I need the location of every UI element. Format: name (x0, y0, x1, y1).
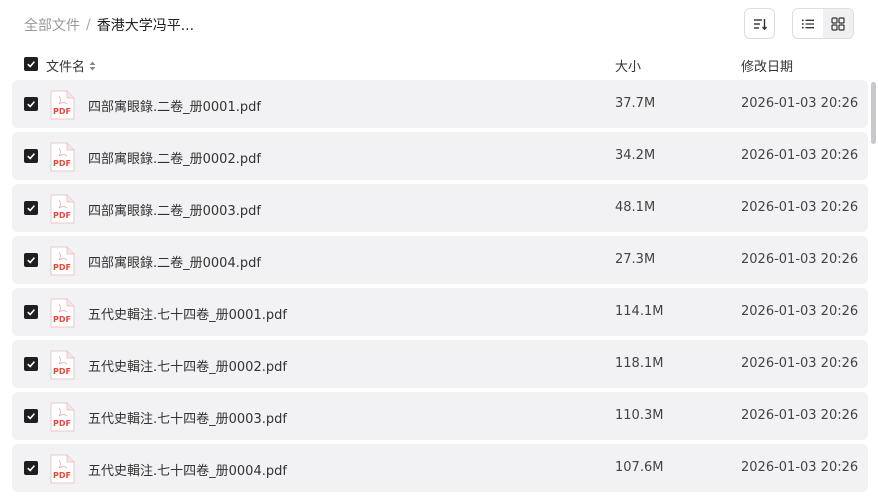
sort-caret-icon (89, 61, 96, 71)
file-row[interactable]: PDF 四部寓眼錄.二卷_册0004.pdf 27.3M 2026-01-03 20:… (12, 236, 868, 284)
file-name[interactable]: 五代史輯注.七十四卷_册0002.pdf (88, 356, 287, 375)
breadcrumb-separator: / (86, 17, 91, 33)
checkmark-icon (27, 257, 36, 264)
checkmark-icon (27, 205, 36, 212)
row-checkbox[interactable] (24, 149, 38, 163)
file-row[interactable]: PDF 五代史輯注.七十四卷_册0004.pdf 107.6M 2026-01-03 … (12, 444, 868, 492)
file-name[interactable]: 五代史輯注.七十四卷_册0003.pdf (88, 408, 287, 427)
sort-button[interactable] (744, 8, 775, 39)
breadcrumb-current-folder: 香港大学冯平... (96, 18, 195, 34)
list-view-button[interactable] (793, 9, 823, 38)
pdf-file-icon: PDF (50, 142, 75, 172)
row-checkbox[interactable] (24, 201, 38, 215)
row-checkbox[interactable] (24, 253, 38, 267)
file-modified-date: 2026-01-03 20:26 (741, 408, 859, 423)
file-name[interactable]: 五代史輯注.七十四卷_册0001.pdf (88, 304, 287, 323)
checkmark-icon (27, 61, 36, 68)
file-size: 110.3M (615, 408, 664, 423)
file-modified-date: 2026-01-03 20:26 (741, 252, 859, 267)
file-row[interactable]: PDF 五代史輯注.七十四卷_册0001.pdf 114.1M 2026-01-03 … (12, 288, 868, 336)
checkmark-icon (27, 413, 36, 420)
file-size: 107.6M (615, 460, 664, 475)
pdf-label: PDF (53, 263, 71, 272)
sort-icon (753, 18, 767, 30)
name-column-label: 文件名 (46, 60, 86, 75)
file-name[interactable]: 四部寓眼錄.二卷_册0004.pdf (88, 252, 261, 271)
checkmark-icon (27, 361, 36, 368)
pdf-file-icon: PDF (50, 246, 75, 276)
pdf-file-icon: PDF (50, 90, 75, 120)
pdf-file-icon: PDF (50, 454, 75, 484)
pdf-label: PDF (53, 107, 71, 116)
file-size: 118.1M (615, 356, 664, 371)
name-column-header[interactable]: 文件名 (46, 56, 96, 75)
grid-view-button[interactable] (823, 9, 853, 38)
pdf-label: PDF (53, 471, 71, 480)
file-name[interactable]: 四部寓眼錄.二卷_册0001.pdf (88, 96, 261, 115)
file-modified-date: 2026-01-03 20:26 (741, 148, 859, 163)
checkmark-icon (27, 465, 36, 472)
file-name[interactable]: 五代史輯注.七十四卷_册0004.pdf (88, 460, 287, 479)
pdf-label: PDF (53, 315, 71, 324)
file-modified-date: 2026-01-03 20:26 (741, 200, 859, 215)
row-checkbox[interactable] (24, 461, 38, 475)
top-bar: 全部文件 / 香港大学冯平... (0, 0, 878, 48)
breadcrumb: 全部文件 / 香港大学冯平... (24, 15, 194, 35)
scrollbar[interactable] (871, 82, 876, 144)
list-view-icon (802, 19, 814, 28)
pdf-label: PDF (53, 211, 71, 220)
row-checkbox[interactable] (24, 305, 38, 319)
file-name[interactable]: 四部寓眼錄.二卷_册0002.pdf (88, 148, 261, 167)
row-checkbox[interactable] (24, 409, 38, 423)
file-row[interactable]: PDF 四部寓眼錄.二卷_册0003.pdf 48.1M 2026-01-03 20:… (12, 184, 868, 232)
file-modified-date: 2026-01-03 20:26 (741, 304, 859, 319)
checkmark-icon (27, 309, 36, 316)
pdf-file-icon: PDF (50, 194, 75, 224)
pdf-label: PDF (53, 159, 71, 168)
pdf-file-icon: PDF (50, 402, 75, 432)
file-row[interactable]: PDF 四部寓眼錄.二卷_册0001.pdf 37.7M 2026-01-03 20:… (12, 80, 868, 128)
file-row[interactable]: PDF 五代史輯注.七十四卷_册0002.pdf 118.1M 2026-01-03 … (12, 340, 868, 388)
file-name[interactable]: 四部寓眼錄.二卷_册0003.pdf (88, 200, 261, 219)
row-checkbox[interactable] (24, 97, 38, 111)
file-size: 27.3M (615, 252, 656, 267)
date-column-header[interactable]: 修改日期 (741, 56, 793, 75)
breadcrumb-root-link[interactable]: 全部文件 (24, 15, 80, 35)
file-row[interactable]: PDF 五代史輯注.七十四卷_册0003.pdf 110.3M 2026-01-03 … (12, 392, 868, 440)
view-switch (792, 8, 854, 39)
pdf-label: PDF (53, 367, 71, 376)
checkmark-icon (27, 101, 36, 108)
row-checkbox[interactable] (24, 357, 38, 371)
file-size: 34.2M (615, 148, 656, 163)
pdf-file-icon: PDF (50, 350, 75, 380)
file-modified-date: 2026-01-03 20:26 (741, 356, 859, 371)
file-size: 114.1M (615, 304, 664, 319)
select-all-checkbox[interactable] (24, 57, 38, 71)
pdf-label: PDF (53, 419, 71, 428)
file-row[interactable]: PDF 四部寓眼錄.二卷_册0002.pdf 34.2M 2026-01-03 20:… (12, 132, 868, 180)
pdf-file-icon: PDF (50, 298, 75, 328)
file-modified-date: 2026-01-03 20:26 (741, 460, 859, 475)
file-list-header: 文件名 大小 修改日期 (12, 50, 868, 78)
size-column-header[interactable]: 大小 (615, 56, 641, 75)
file-size: 48.1M (615, 200, 656, 215)
grid-view-icon (831, 16, 845, 31)
checkmark-icon (27, 153, 36, 160)
file-modified-date: 2026-01-03 20:26 (741, 96, 859, 111)
file-size: 37.7M (615, 96, 656, 111)
